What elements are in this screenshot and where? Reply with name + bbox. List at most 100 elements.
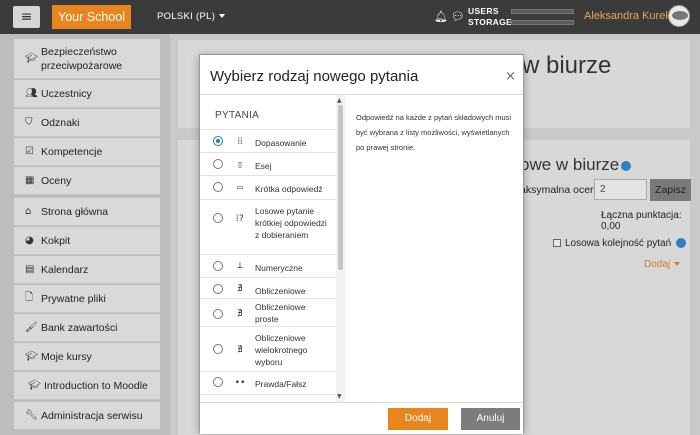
checkbox-box[interactable] <box>553 239 561 248</box>
sidebar-item-intro-moodle[interactable]: 🎓︎ Introduction to Moodle <box>14 372 160 400</box>
sidebar-item-grades[interactable]: ▦ Oceny <box>14 167 160 195</box>
user-name[interactable]: Aleksandra Kurek <box>584 10 671 22</box>
divider <box>200 152 336 153</box>
radio-button[interactable] <box>213 309 223 319</box>
max-grade-input[interactable]: 2 <box>594 179 647 200</box>
sidebar-item-label: Introduction to Moodle <box>44 379 148 392</box>
home-icon: ⌂ <box>25 206 32 217</box>
question-type-item[interactable]: ⊥ Numeryczne <box>200 260 336 274</box>
storage-usage-bar <box>511 20 574 25</box>
question-type-item[interactable]: ∄ Obliczeniowe wielokrotnego wyboru <box>200 332 336 370</box>
question-type-label: Prawda/Fałsz <box>255 379 307 389</box>
sidebar-item-label: Kalendarz <box>41 263 89 276</box>
shuffle-checkbox[interactable]: Losowa kolejność pytań <box>553 238 686 249</box>
shield-icon: ⛉ <box>25 117 33 128</box>
radio-button[interactable] <box>213 136 223 146</box>
sidebar-item-course[interactable]: 🎓︎ Bezpieczeństwo przeciwpożarowe <box>14 39 160 79</box>
add-menu-label: Dodaj <box>644 259 671 270</box>
add-button[interactable]: Dodaj <box>388 408 448 430</box>
question-type-description: Odpowiedź na każde z pytań składowych mu… <box>356 113 512 152</box>
caret-down-icon <box>674 262 681 267</box>
language-menu[interactable]: POLSKI (PL) <box>157 11 226 22</box>
users-usage-bar <box>511 9 574 14</box>
chat-icon[interactable]: 💬︎ <box>451 10 465 23</box>
sidebar-item-label: Kokpit <box>41 234 71 247</box>
question-type-item[interactable]: ∄ Obliczeniowe proste <box>200 301 336 327</box>
radio-button[interactable] <box>213 284 223 294</box>
question-type-item[interactable]: ▭ Krótka odpowiedź <box>200 181 336 195</box>
help-icon[interactable] <box>621 160 632 171</box>
sidebar-item-private-files[interactable]: 🗋︎ Prywatne pliki <box>14 285 160 313</box>
dialog-header: Wybierz rodzaj nowego pytania × <box>200 55 523 95</box>
scroll-down-icon[interactable]: ▼ <box>337 393 342 400</box>
brand-logo-link[interactable]: Your School <box>52 5 131 29</box>
avatar[interactable] <box>668 5 690 27</box>
divider <box>200 254 336 255</box>
radio-button[interactable] <box>213 377 223 387</box>
radio-button[interactable] <box>213 261 223 271</box>
sidebar-item-label: Bezpieczeństwo przeciwpożarowe <box>41 45 123 72</box>
radio-button[interactable] <box>213 182 223 192</box>
sidebar-item-calendar[interactable]: ▤ Kalendarz <box>14 256 160 284</box>
sidebar-item-label: Uczestnicy <box>41 87 92 100</box>
random-match-icon: ⁞? <box>236 214 244 224</box>
sidebar: 🎓︎ Bezpieczeństwo przeciwpożarowe 👥︎ Ucz… <box>0 34 170 435</box>
sidebar-item-label: Moje kursy <box>41 350 92 363</box>
add-menu[interactable]: Dodaj <box>644 259 681 270</box>
question-type-list: PYTANIA ⁞⁞ Dopasowanie ▯ Esej ▭ Krótka o… <box>200 95 345 402</box>
help-icon[interactable] <box>675 238 686 249</box>
save-button[interactable]: Zapisz <box>650 179 691 201</box>
menu-toggle-button[interactable]: ≡ <box>13 6 40 28</box>
sidebar-item-dashboard[interactable]: ◕ Kokpit <box>14 227 160 255</box>
scroll-thumb[interactable] <box>338 105 343 270</box>
matching-icon: ⁞⁞ <box>237 137 243 147</box>
question-type-label: Numeryczne <box>255 263 303 273</box>
question-type-item[interactable]: ⁞⁞ Dopasowanie <box>200 135 336 149</box>
question-type-label: Dopasowanie <box>255 138 307 148</box>
sidebar-item-label: Odznaki <box>41 116 80 129</box>
radio-button[interactable] <box>213 344 223 354</box>
sidebar-item-label: Prywatne pliki <box>41 292 106 305</box>
calculated-simple-icon: ∄ <box>237 309 243 319</box>
cancel-button[interactable]: Anuluj <box>461 408 520 430</box>
scroll-up-icon[interactable]: ▲ <box>337 97 342 104</box>
question-type-label: Esej <box>255 161 272 171</box>
close-icon[interactable]: × <box>505 69 516 84</box>
sidebar-item-label: Oceny <box>41 174 72 187</box>
radio-button[interactable] <box>213 159 223 169</box>
question-type-label: Krótka odpowiedź <box>255 184 323 194</box>
sidebar-item-site-admin[interactable]: 🔧︎ Administracja serwisu <box>14 402 160 430</box>
sidebar-item-label: Strona główna <box>41 205 109 218</box>
bell-icon[interactable]: 🔔︎ <box>434 10 448 23</box>
question-type-item[interactable]: •• Prawda/Fałsz <box>200 376 336 390</box>
top-navbar: ≡ Your School POLSKI (PL) 🔔︎ 💬︎ USERS ST… <box>0 0 700 34</box>
divider <box>200 326 336 327</box>
calendar-icon: ▤ <box>25 264 35 275</box>
sidebar-item-home[interactable]: ⌂ Strona główna <box>14 198 160 226</box>
question-type-item[interactable]: ∄ Obliczeniowe <box>200 283 336 297</box>
section-title: owe w biurze <box>520 155 632 175</box>
true-false-icon: •• <box>234 378 246 388</box>
sidebar-item-my-courses[interactable]: 🎓︎ Moje kursy <box>14 343 160 371</box>
sidebar-item-participants[interactable]: 👥︎ Uczestnicy <box>14 80 160 108</box>
page-title: w biurze <box>522 52 612 79</box>
divider <box>200 129 336 130</box>
graduation-cap-icon: 🎓︎ <box>25 351 38 362</box>
calculated-multichoice-icon: ∄ <box>237 345 243 355</box>
sidebar-item-badges[interactable]: ⛉ Odznaki <box>14 109 160 137</box>
divider <box>200 298 336 299</box>
question-type-item[interactable]: ▯ Esej <box>200 158 336 172</box>
divider <box>200 371 336 372</box>
radio-button[interactable] <box>213 213 223 223</box>
graduation-cap-icon: 🎓︎ <box>25 53 38 64</box>
users-label: USERS <box>468 6 499 16</box>
question-type-label: Losowe pytanie krótkiej odpowiedzi z dob… <box>255 206 327 240</box>
caret-down-icon <box>219 14 226 19</box>
dialog-title: Wybierz rodzaj nowego pytania <box>210 68 419 85</box>
sidebar-item-label: Administracja serwisu <box>41 409 143 422</box>
sidebar-item-competencies[interactable]: ☑ Kompetencje <box>14 138 160 166</box>
file-icon: 🗋︎ <box>25 292 34 303</box>
sidebar-item-content-bank[interactable]: 🖌︎ Bank zawartości <box>14 314 160 342</box>
question-type-item[interactable]: ⁞? Losowe pytanie krótkiej odpowiedzi z … <box>200 205 336 255</box>
list-scrollbar[interactable]: ▲ ▼ <box>336 95 345 402</box>
